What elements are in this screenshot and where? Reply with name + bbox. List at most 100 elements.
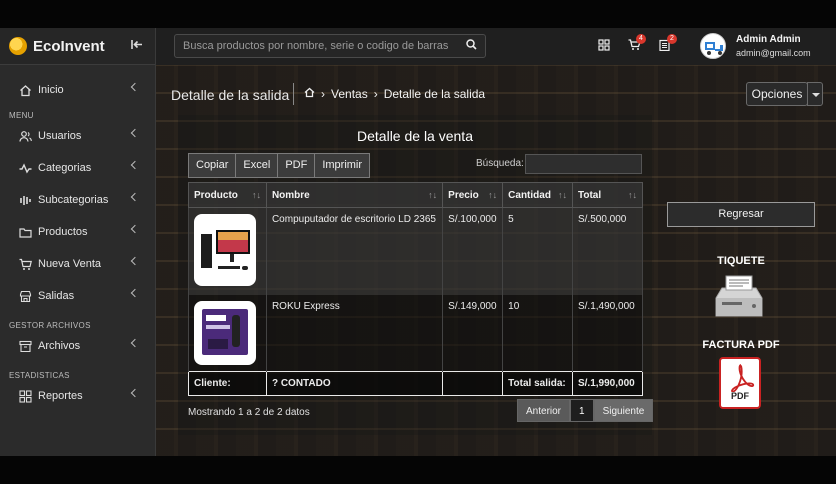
product-image-cell [188, 207, 267, 295]
sort-icon: ↑↓ [557, 190, 567, 200]
product-price: S/.100,000 [442, 207, 504, 295]
client-label: Cliente: [188, 371, 267, 396]
excel-button[interactable]: Excel [235, 153, 279, 178]
column-header-total[interactable]: Total ↑↓ [571, 182, 644, 208]
section-menu: MENU [9, 111, 34, 120]
pagination-info: Mostrando 1 a 2 de 2 datos [188, 407, 310, 418]
options-button[interactable]: Opciones [746, 82, 808, 106]
search-icon[interactable] [466, 39, 477, 53]
product-qty: 10 [502, 294, 573, 372]
archive-icon [18, 339, 32, 353]
back-button[interactable]: Regresar [667, 202, 815, 227]
chevron-left-icon [130, 388, 140, 398]
sale-detail-panel: Detalle de la venta Copiar Excel PDF Imp… [178, 115, 654, 435]
column-header-nombre[interactable]: Nombre ↑↓ [265, 182, 444, 208]
product-total: S/.1,490,000 [571, 294, 644, 372]
grid-icon [18, 389, 32, 403]
sidebar-item-label: Usuarios [38, 130, 82, 142]
pdf-icon[interactable]: PDF [719, 357, 761, 409]
cart-icon[interactable]: 4 [628, 34, 646, 54]
sale-table: Producto ↑↓ Nombre ↑↓ Precio ↑↓ Cantidad ↑↓ … [188, 182, 644, 396]
printer-icon[interactable] [712, 272, 766, 324]
copy-button[interactable]: Copiar [188, 153, 237, 178]
title-divider [293, 83, 294, 105]
sort-icon: ↑↓ [251, 190, 261, 200]
total-value: S/.1,990,000 [571, 371, 644, 396]
home-icon [18, 83, 32, 97]
cart-icon [18, 257, 32, 271]
search-label: Búsqueda: [476, 158, 524, 169]
next-page-button[interactable]: Siguiente [593, 399, 654, 422]
breadcrumb-current: Detalle de la salida [383, 87, 486, 101]
column-header-producto[interactable]: Producto ↑↓ [188, 182, 267, 208]
table-search-input[interactable] [525, 154, 642, 174]
store-icon [18, 289, 32, 303]
print-button[interactable]: Imprimir [314, 153, 371, 178]
section-estadisticas: ESTADISTICAS [9, 371, 70, 380]
equalizer-icon [18, 193, 32, 207]
cart-badge: 4 [636, 34, 646, 44]
chevron-left-icon [130, 256, 140, 266]
chevron-left-icon [130, 82, 140, 92]
orders-icon[interactable]: 2 [659, 34, 677, 54]
sort-icon: ↑↓ [488, 190, 498, 200]
table-row: Compuputador de escritorio LD 2365 S/.10… [188, 207, 644, 295]
sidebar-item-subcategorias[interactable]: Subcategorias [0, 184, 155, 216]
breadcrumb: › Ventas › Detalle de la salida [304, 87, 485, 101]
sidebar-item-label: Inicio [38, 84, 64, 96]
brand-name: EcoInvent [33, 37, 105, 55]
product-total: S/.500,000 [571, 207, 644, 295]
chevron-right-icon: › [321, 87, 325, 101]
sidebar-item-reportes[interactable]: Reportes [0, 380, 155, 412]
product-qty: 5 [502, 207, 573, 295]
user-name: Admin Admin [736, 34, 801, 45]
column-header-cantidad[interactable]: Cantidad ↑↓ [502, 182, 573, 208]
sidebar: EcoInvent Inicio MENU Usuarios Categoria… [0, 28, 156, 456]
previous-page-button[interactable]: Anterior [517, 399, 571, 422]
chevron-left-icon [130, 288, 140, 298]
pdf-button[interactable]: PDF [277, 153, 316, 178]
product-image-desktop [194, 214, 256, 286]
sidebar-item-categorias[interactable]: Categorias [0, 152, 155, 184]
current-page-button[interactable]: 1 [570, 399, 594, 422]
collapse-sidebar-icon[interactable] [131, 39, 143, 53]
sidebar-item-label: Productos [38, 226, 88, 238]
topbar: Busca productos por nombre, serie o codi… [156, 28, 836, 65]
main-content: Detalle de la salida › Ventas › Detalle … [156, 65, 836, 456]
client-value: ? CONTADO [265, 371, 444, 396]
table-footer-row: Cliente: ? CONTADO Total salida: S/.1,99… [188, 371, 644, 396]
product-name: ROKU Express [265, 294, 444, 372]
sidebar-item-nueva-venta[interactable]: Nueva Venta [0, 248, 155, 280]
sidebar-item-productos[interactable]: Productos [0, 216, 155, 248]
ticket-label: TIQUETE [717, 255, 765, 267]
sidebar-item-usuarios[interactable]: Usuarios [0, 120, 155, 152]
options-dropdown-toggle[interactable] [807, 82, 823, 106]
product-name: Compuputador de escritorio LD 2365 [265, 207, 444, 295]
apps-grid-icon[interactable] [598, 39, 610, 54]
search-input[interactable]: Busca productos por nombre, serie o codi… [174, 34, 486, 58]
export-buttons: Copiar Excel PDF Imprimir [188, 153, 371, 178]
home-icon[interactable] [304, 87, 315, 101]
product-image-cell [188, 294, 267, 372]
sidebar-item-label: Subcategorias [38, 194, 109, 206]
chevron-right-icon: › [373, 87, 378, 101]
orders-badge: 2 [667, 34, 677, 44]
avatar[interactable] [700, 33, 726, 59]
sort-icon: ↑↓ [628, 190, 637, 200]
chevron-left-icon [130, 224, 140, 234]
sidebar-item-label: Salidas [38, 290, 75, 302]
chevron-left-icon [130, 192, 140, 202]
users-icon [18, 129, 32, 143]
column-header-precio[interactable]: Precio ↑↓ [442, 182, 504, 208]
chevron-left-icon [130, 338, 140, 348]
table-row: ROKU Express S/.149,000 10 S/.1,490,000 [188, 294, 644, 372]
breadcrumb-ventas[interactable]: Ventas [331, 87, 368, 101]
total-label: Total salida: [502, 371, 573, 396]
product-price: S/.149,000 [442, 294, 504, 372]
user-email: admin@gmail.com [736, 48, 811, 58]
sidebar-item-inicio[interactable]: Inicio [0, 74, 155, 106]
section-gestor-archivos: GESTOR ARCHIVOS [9, 321, 91, 330]
pagination: Anterior 1 Siguiente [517, 399, 654, 422]
sidebar-item-archivos[interactable]: Archivos [0, 330, 155, 362]
sidebar-item-salidas[interactable]: Salidas [0, 280, 155, 312]
